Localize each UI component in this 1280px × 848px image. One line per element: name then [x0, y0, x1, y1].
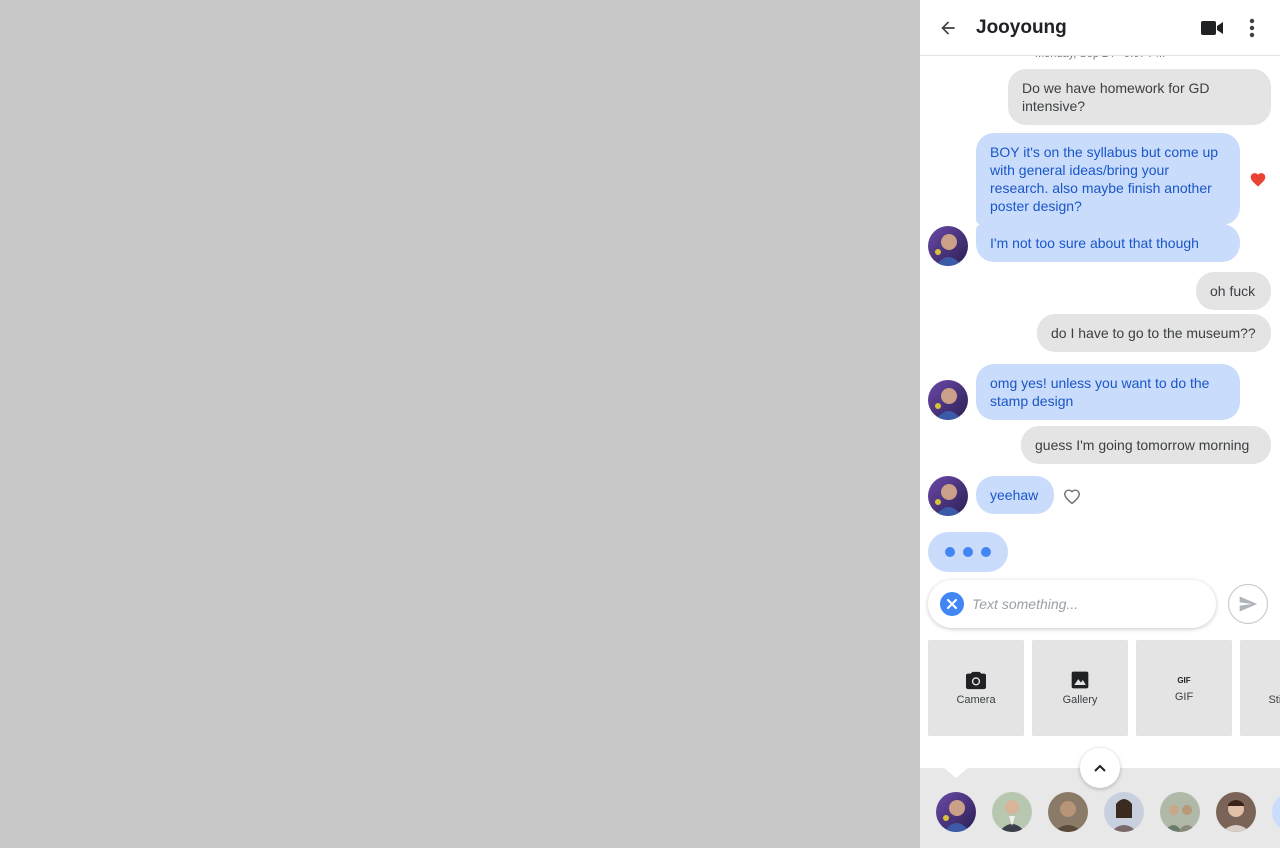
close-attachments-button[interactable]	[940, 592, 964, 616]
react-button[interactable]	[1062, 486, 1082, 506]
heart-filled-icon	[1250, 173, 1266, 187]
typing-indicator	[928, 532, 1008, 572]
heart-outline-icon	[1063, 489, 1081, 504]
received-message[interactable]: I'm not too sure about that though	[976, 224, 1240, 262]
video-call-button[interactable]	[1198, 16, 1226, 40]
tray-pointer	[944, 768, 968, 778]
contact-avatar[interactable]	[1048, 792, 1088, 832]
close-icon	[947, 599, 957, 609]
sent-message[interactable]: guess I'm going tomorrow morning	[1021, 426, 1271, 464]
gif-icon: GIF	[1177, 676, 1190, 685]
contact-avatar[interactable]	[1216, 792, 1256, 832]
chat-header: Jooyoung	[920, 0, 1280, 56]
typing-dot	[981, 547, 991, 557]
avatar-photo-icon	[1216, 792, 1256, 832]
video-camera-icon	[1201, 21, 1223, 35]
received-message[interactable]: omg yes! unless you want to do the stamp…	[976, 364, 1240, 420]
avatar-photo-icon	[936, 792, 976, 832]
contact-avatar-jooyoung[interactable]	[936, 792, 976, 832]
gallery-tile[interactable]: Gallery	[1032, 640, 1128, 736]
chevron-up-icon	[1094, 764, 1106, 772]
avatar-photo-icon	[928, 476, 968, 516]
send-icon	[1239, 596, 1258, 612]
contact-avatar[interactable]	[992, 792, 1032, 832]
svg-text:GIF: GIF	[1177, 676, 1190, 685]
gallery-label: Gallery	[1062, 694, 1098, 706]
gif-label: GIF	[1174, 691, 1194, 703]
camera-icon	[966, 671, 986, 690]
sent-message[interactable]: do I have to go to the museum??	[1037, 314, 1271, 352]
contact-avatar[interactable]	[928, 476, 968, 516]
stickers-label: Stickers	[1268, 694, 1280, 706]
avatar-photo-icon	[1104, 792, 1144, 832]
arrow-back-icon	[941, 21, 955, 35]
contact-name: Jooyoung	[976, 17, 1067, 38]
avatar-photo-icon	[1048, 792, 1088, 832]
camera-label: Camera	[956, 694, 996, 706]
message-composer	[928, 580, 1216, 628]
received-message[interactable]: yeehaw	[976, 476, 1054, 514]
typing-dot	[945, 547, 955, 557]
back-button[interactable]	[934, 14, 962, 42]
avatar-photo-icon	[928, 226, 968, 266]
avatar-photo-icon	[992, 792, 1032, 832]
avatar-photo-icon	[1160, 792, 1200, 832]
contact-avatar[interactable]	[1104, 792, 1144, 832]
camera-tile[interactable]: Camera	[928, 640, 1024, 736]
more-options-button[interactable]	[1240, 14, 1264, 42]
sent-message[interactable]: oh fuck	[1196, 272, 1271, 310]
expand-button[interactable]	[1080, 748, 1120, 788]
gif-tile[interactable]: GIF GIF	[1136, 640, 1232, 736]
contact-avatar[interactable]	[928, 380, 968, 420]
contact-avatar[interactable]	[1160, 792, 1200, 832]
chat-panel: Jooyoung Monday, Sep 24 · 9:07 PM Do we …	[920, 0, 1280, 848]
more-vert-icon	[1249, 18, 1255, 38]
avatar-photo-icon	[928, 380, 968, 420]
contact-avatar[interactable]	[928, 226, 968, 266]
typing-dot	[963, 547, 973, 557]
sent-message[interactable]: Do we have homework for GD intensive?	[1008, 69, 1271, 125]
reaction-heart[interactable]	[1248, 169, 1268, 189]
message-input[interactable]	[972, 592, 1202, 616]
stickers-tile[interactable]: Stickers	[1240, 640, 1280, 736]
received-message[interactable]: BOY it's on the syllabus but come up wit…	[976, 133, 1240, 225]
send-button[interactable]	[1228, 584, 1268, 624]
image-icon	[1071, 671, 1089, 689]
